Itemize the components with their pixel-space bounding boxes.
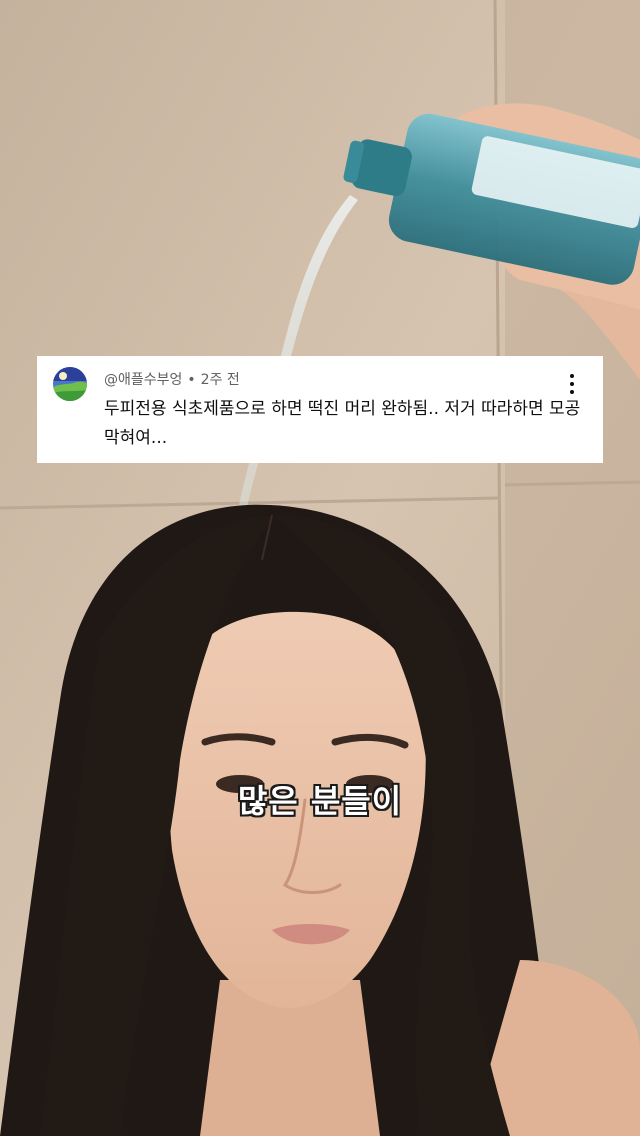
comment-author[interactable]: @애플수부엉: [104, 372, 182, 388]
comment-time: 2주 전: [200, 372, 240, 388]
meta-separator: •: [187, 372, 196, 388]
more-vert-icon[interactable]: [565, 372, 579, 396]
more-dot: [570, 382, 574, 386]
commenter-avatar[interactable]: [53, 367, 87, 401]
more-dot: [570, 374, 574, 378]
more-dot: [570, 390, 574, 394]
video-scene: [0, 0, 640, 1136]
comment-meta: @애플수부엉 • 2주 전: [104, 369, 240, 389]
comment-card: @애플수부엉 • 2주 전 두피전용 식초제품으로 하면 떡진 머리 완하됨.. 저…: [37, 356, 603, 463]
video-frame: @애플수부엉 • 2주 전 두피전용 식초제품으로 하면 떡진 머리 완하됨.. 저…: [0, 0, 640, 1136]
comment-text: 두피전용 식초제품으로 하면 떡진 머리 완하됨.. 저거 따라하면 모공 막혀…: [104, 399, 581, 448]
landscape-avatar-icon: [53, 367, 87, 401]
video-caption: 많은 분들이: [237, 782, 403, 820]
